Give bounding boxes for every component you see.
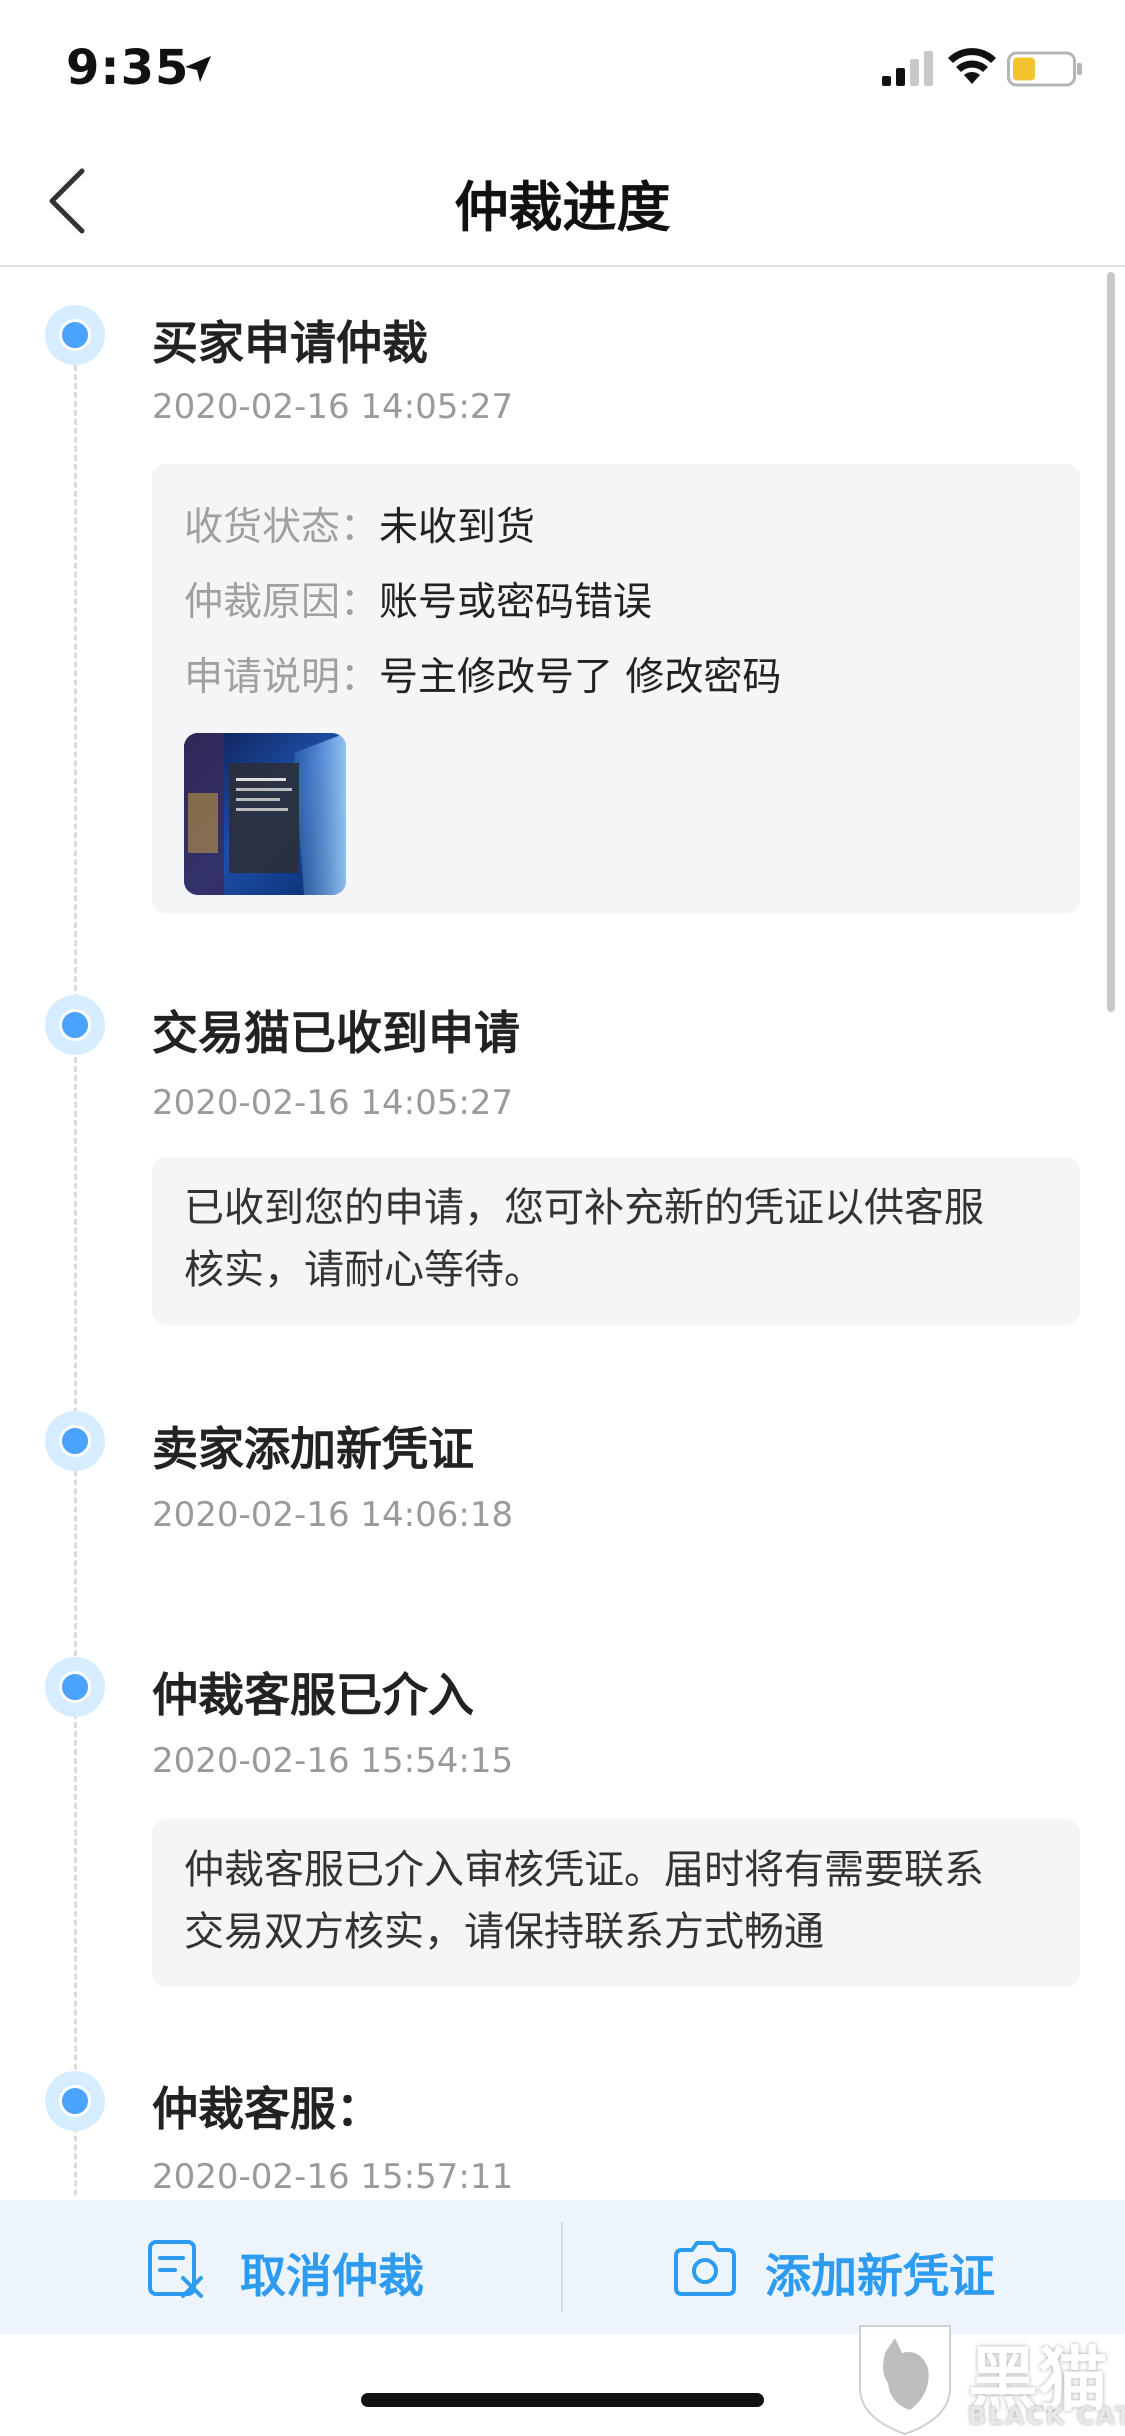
timeline-dot-icon bbox=[45, 2071, 105, 2131]
location-arrow-icon bbox=[185, 56, 211, 82]
entry-date: 2020-02-16 15:57:11 bbox=[152, 2157, 514, 2197]
battery-icon bbox=[1007, 51, 1082, 87]
evidence-image-thumbnail[interactable] bbox=[184, 733, 346, 895]
timeline-dot-icon bbox=[45, 1657, 105, 1717]
add-evidence-button[interactable]: 添加新凭证 bbox=[670, 2200, 1030, 2334]
timeline-dot-icon bbox=[45, 1411, 105, 1471]
cellular-signal-icon bbox=[882, 51, 933, 86]
timeline-dot-icon bbox=[45, 995, 105, 1055]
note-card: 已收到您的申请，您可补充新的凭证以供客服 核实，请耐心等待。 bbox=[152, 1157, 1080, 1325]
entry-title: 交易猫已收到申请 bbox=[152, 1006, 520, 1060]
detail-row: 收货状态：未收到货 bbox=[184, 490, 1048, 565]
entry-date: 2020-02-16 14:05:27 bbox=[152, 1083, 514, 1123]
note-line: 已收到您的申请，您可补充新的凭证以供客服 bbox=[184, 1185, 984, 1231]
detail-card: 收货状态：未收到货 仲裁原因：账号或密码错误 申请说明：号主修改号了 修改密码 bbox=[152, 464, 1080, 914]
entry-title: 仲裁客服： bbox=[152, 2082, 382, 2136]
cancel-arbitration-label: 取消仲裁 bbox=[240, 2249, 424, 2303]
timeline-dot-icon bbox=[45, 305, 105, 365]
detail-row: 申请说明：号主修改号了 修改密码 bbox=[184, 640, 1048, 715]
entry-title: 卖家添加新凭证 bbox=[152, 1422, 474, 1476]
entry-title: 买家申请仲裁 bbox=[152, 316, 428, 370]
detail-label: 收货状态： bbox=[184, 505, 380, 550]
cancel-document-icon bbox=[148, 2240, 203, 2298]
entry-date: 2020-02-16 14:06:18 bbox=[152, 1495, 514, 1535]
cat-shield-logo-icon bbox=[859, 2325, 951, 2436]
entry-date: 2020-02-16 14:05:27 bbox=[152, 387, 514, 427]
camera-icon bbox=[674, 2241, 736, 2296]
bottom-action-bar: 取消仲裁 添加新凭证 bbox=[0, 2200, 1125, 2334]
timeline-line bbox=[74, 347, 77, 2197]
timeline-content[interactable]: 买家申请仲裁 2020-02-16 14:05:27 收货状态：未收到货 仲裁原… bbox=[0, 267, 1125, 2197]
note-line: 仲裁客服已介入审核凭证。届时将有需要联系 bbox=[184, 1847, 984, 1893]
nav-bar: 仲裁进度 bbox=[0, 135, 1125, 267]
detail-value: 账号或密码错误 bbox=[379, 580, 653, 625]
detail-label: 仲裁原因： bbox=[184, 580, 380, 625]
detail-value: 未收到货 bbox=[379, 505, 536, 550]
detail-row: 仲裁原因：账号或密码错误 bbox=[184, 565, 1048, 640]
status-time: 9:35 bbox=[66, 40, 190, 96]
entry-date: 2020-02-16 15:54:15 bbox=[152, 1741, 514, 1781]
add-evidence-label: 添加新凭证 bbox=[765, 2249, 995, 2303]
home-indicator bbox=[361, 2393, 764, 2407]
detail-value: 号主修改号了 修改密码 bbox=[379, 655, 782, 700]
status-bar: 9:35 bbox=[0, 0, 1125, 135]
note-card: 仲裁客服已介入审核凭证。届时将有需要联系 交易双方核实，请保持联系方式畅通 bbox=[152, 1819, 1080, 1987]
note-line: 核实，请耐心等待。 bbox=[184, 1247, 544, 1293]
black-cat-watermark: 黑猫 BLACK CAT bbox=[850, 2318, 1125, 2436]
note-line: 交易双方核实，请保持联系方式畅通 bbox=[184, 1909, 824, 1955]
watermark-subtext: BLACK CAT bbox=[968, 2402, 1125, 2430]
page-title: 仲裁进度 bbox=[454, 176, 671, 239]
entry-title: 仲裁客服已介入 bbox=[152, 1668, 474, 1722]
detail-label: 申请说明： bbox=[184, 655, 380, 700]
cancel-arbitration-button[interactable]: 取消仲裁 bbox=[145, 2200, 465, 2334]
action-divider bbox=[561, 2222, 563, 2312]
scrollbar[interactable] bbox=[1107, 272, 1115, 1012]
wifi-icon bbox=[948, 48, 996, 84]
